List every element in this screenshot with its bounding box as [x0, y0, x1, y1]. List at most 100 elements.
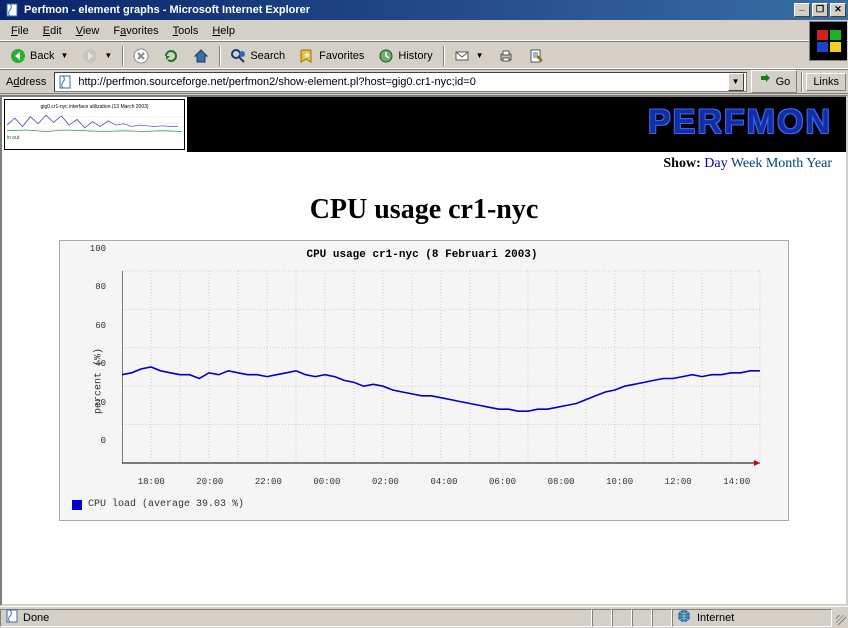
thumbnail-chart[interactable]: gig0.cr1-nyc interface utilization (13 M… — [2, 97, 187, 152]
search-label: Search — [250, 50, 285, 62]
perfmon-header: gig0.cr1-nyc interface utilization (13 M… — [2, 97, 846, 152]
chart-title: CPU usage cr1-nyc (8 Februari 2003) — [72, 249, 772, 261]
refresh-button[interactable] — [157, 44, 185, 68]
toolbar-separator — [122, 46, 123, 66]
dropdown-icon: ▼ — [104, 51, 112, 60]
security-zone: Internet — [672, 609, 832, 627]
links-button[interactable]: Links — [806, 73, 846, 91]
forward-button[interactable]: ▼ — [76, 44, 118, 68]
search-icon — [230, 48, 246, 64]
range-month[interactable]: Month — [766, 156, 803, 171]
chart-canvas — [122, 267, 766, 477]
xtick-label: 14:00 — [723, 477, 750, 487]
back-icon — [10, 48, 26, 64]
range-week[interactable]: Week — [731, 156, 763, 171]
chart-legend: CPU load (average 39.03 %) — [72, 499, 772, 510]
window-title: Perfmon - element graphs - Microsoft Int… — [24, 4, 794, 16]
range-day[interactable]: Day — [704, 156, 727, 171]
search-button[interactable]: Search — [224, 44, 291, 68]
done-icon — [5, 609, 19, 626]
page-icon — [57, 74, 73, 90]
favorites-label: Favorites — [319, 50, 364, 62]
home-icon — [193, 48, 209, 64]
xtick-label: 12:00 — [665, 477, 692, 487]
range-year[interactable]: Year — [806, 156, 832, 171]
home-button[interactable] — [187, 44, 215, 68]
history-button[interactable]: History — [372, 44, 438, 68]
ytick-label: 60 — [95, 321, 106, 331]
status-pane: Done — [0, 609, 592, 627]
range-selector: Show: Day Week Month Year — [2, 152, 846, 176]
xtick-label: 20:00 — [196, 477, 223, 487]
status-slot — [612, 609, 632, 627]
resize-grip[interactable] — [832, 609, 848, 627]
stop-icon — [133, 48, 149, 64]
menu-view[interactable]: View — [69, 23, 107, 39]
maximize-button[interactable] — [812, 3, 828, 17]
close-button[interactable] — [830, 3, 846, 17]
edit-icon — [528, 48, 544, 64]
dropdown-icon: ▼ — [60, 51, 68, 60]
perfmon-logo: PERFMON — [187, 97, 846, 152]
go-label: Go — [776, 76, 791, 88]
links-label: Links — [813, 76, 839, 88]
minimize-button[interactable] — [794, 3, 810, 17]
menu-tools[interactable]: Tools — [166, 23, 206, 39]
statusbar: Done Internet — [0, 606, 848, 628]
refresh-icon — [163, 48, 179, 64]
ytick-label: 40 — [95, 359, 106, 369]
xtick-label: 22:00 — [255, 477, 282, 487]
show-label: Show: — [663, 156, 700, 171]
forward-icon — [82, 48, 98, 64]
menu-edit[interactable]: Edit — [36, 23, 69, 39]
mail-icon — [454, 48, 470, 64]
history-icon — [378, 48, 394, 64]
favorites-button[interactable]: Favorites — [293, 44, 370, 68]
xtick-label: 08:00 — [548, 477, 575, 487]
menu-favorites[interactable]: Favorites — [106, 23, 165, 39]
print-button[interactable] — [492, 44, 520, 68]
page-title: CPU usage cr1-nyc — [2, 194, 846, 226]
status-slot — [592, 609, 612, 627]
address-input[interactable] — [76, 74, 727, 90]
toolbar-separator — [443, 46, 444, 66]
titlebar: Perfmon - element graphs - Microsoft Int… — [0, 0, 848, 20]
status-slot — [632, 609, 652, 627]
address-dropdown[interactable]: ▼ — [728, 73, 744, 91]
address-label: Address — [2, 76, 50, 88]
print-icon — [498, 48, 514, 64]
toolbar-separator — [219, 46, 220, 66]
xtick-label: 04:00 — [430, 477, 457, 487]
stop-button[interactable] — [127, 44, 155, 68]
dropdown-icon: ▼ — [476, 51, 484, 60]
cpu-chart: CPU usage cr1-nyc (8 Februari 2003) perc… — [59, 240, 789, 521]
page-body: gig0.cr1-nyc interface utilization (13 M… — [2, 97, 846, 604]
ytick-label: 80 — [95, 282, 106, 292]
status-slot — [652, 609, 672, 627]
menu-help[interactable]: Help — [205, 23, 242, 39]
xtick-label: 02:00 — [372, 477, 399, 487]
xtick-label: 18:00 — [138, 477, 165, 487]
ytick-label: 100 — [90, 244, 106, 254]
ytick-label: 20 — [95, 398, 106, 408]
mail-button[interactable]: ▼ — [448, 44, 490, 68]
edit-button[interactable] — [522, 44, 550, 68]
thumb-title: gig0.cr1-nyc interface utilization (13 M… — [7, 104, 182, 110]
legend-swatch — [72, 500, 82, 510]
back-label: Back — [30, 50, 54, 62]
legend-text: CPU load (average 39.03 %) — [88, 499, 244, 510]
thumb-legend: in out — [7, 135, 182, 141]
ie-throbber — [809, 21, 847, 61]
ytick-label: 0 — [101, 436, 106, 446]
internet-icon — [677, 609, 691, 626]
chart-yticks: 0 20 40 60 80 100 — [84, 245, 108, 506]
address-box: ▼ — [54, 72, 746, 92]
menu-file[interactable]: File — [4, 23, 36, 39]
back-button[interactable]: Back ▼ — [4, 44, 74, 68]
content-viewport[interactable]: gig0.cr1-nyc interface utilization (13 M… — [0, 95, 848, 606]
favorites-icon — [299, 48, 315, 64]
go-button[interactable]: Go — [751, 70, 798, 93]
toolbar: Back ▼ ▼ Search Favorites — [0, 42, 848, 70]
addressbar-separator — [801, 72, 802, 92]
chart-xticks: 18:0020:0022:0000:0002:0004:0006:0008:00… — [122, 477, 766, 491]
